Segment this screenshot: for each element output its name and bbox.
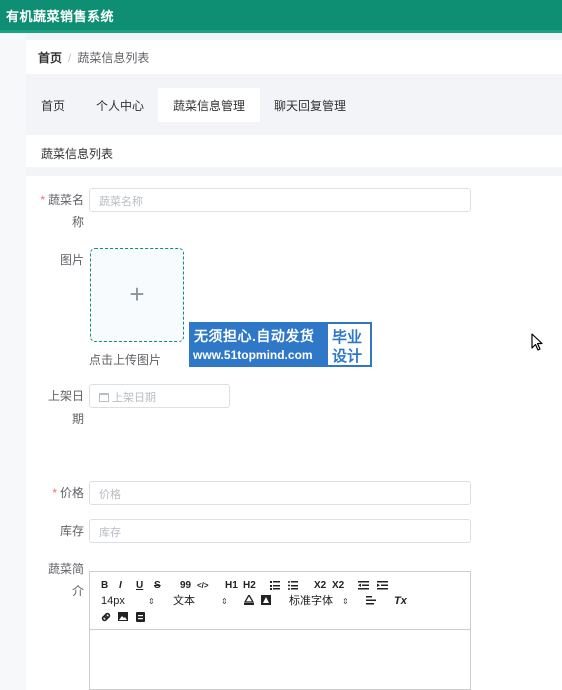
tab-home[interactable]: 首页: [26, 88, 80, 122]
watermark-banner: 无须担心.自动发货 www.51topmind.com: [189, 322, 326, 367]
tab-vegetable-management[interactable]: 蔬菜信息管理: [158, 88, 261, 122]
breadcrumb-separator: /: [68, 51, 72, 65]
listing-date-picker[interactable]: 上架日期: [89, 384, 230, 408]
breadcrumb: 首页 / 蔬菜信息列表: [26, 40, 562, 74]
price-input[interactable]: 价格: [89, 481, 471, 505]
price-label: * 价格: [26, 483, 84, 503]
watermark-badge-line1: 毕业: [332, 329, 363, 346]
app-title: 有机蔬菜销售系统: [6, 9, 115, 24]
font-color-icon[interactable]: [244, 595, 254, 605]
watermark-badge: 毕业 设计: [326, 322, 372, 367]
indent-icon[interactable]: [377, 581, 388, 590]
intro-label: 蔬菜简: [47, 562, 84, 576]
bold-button[interactable]: B: [101, 580, 108, 592]
blockquote-button[interactable]: 99: [180, 580, 191, 592]
align-icon[interactable]: [366, 596, 376, 605]
date-label-wrap: 期: [71, 412, 84, 426]
watermark-line2: www.51topmind.com: [193, 348, 313, 362]
name-label: * 蔬菜名: [26, 190, 84, 210]
watermark-line1: 无须担心.自动发货: [194, 328, 315, 344]
tab-personal-center[interactable]: 个人中心: [81, 88, 159, 122]
header2-button[interactable]: H2: [243, 580, 256, 592]
plus-icon: +: [129, 279, 145, 309]
sidebar-strip: [0, 33, 26, 690]
stock-label: 库存: [59, 524, 84, 538]
text-style-select[interactable]: 文本: [173, 595, 195, 607]
bullet-list-icon[interactable]: [288, 581, 298, 590]
breadcrumb-home[interactable]: 首页: [38, 51, 62, 65]
header1-button[interactable]: H1: [225, 580, 238, 592]
font-size-value: 14px: [101, 595, 125, 607]
image-label: 图片: [59, 253, 84, 267]
price-label-text: 价格: [59, 486, 84, 500]
font-family-select[interactable]: 标准字体: [289, 595, 333, 607]
editor-toolbar: B I U S 99 </> H1 H2 X2 X2 14px ⇕ 文本 ⇕ 标…: [90, 572, 470, 630]
vegetable-name-input[interactable]: 蔬菜名称: [89, 188, 471, 212]
watermark-badge-line2: 设计: [332, 348, 363, 365]
mouse-cursor-icon: [531, 333, 543, 351]
clear-format-button[interactable]: Tx: [394, 595, 407, 607]
background-color-icon[interactable]: [261, 595, 271, 605]
font-size-select[interactable]: 14px: [101, 595, 125, 607]
chevron-updown-icon: ⇕: [148, 597, 155, 606]
stock-input[interactable]: 库存: [89, 519, 471, 543]
image-icon[interactable]: [118, 612, 128, 621]
underline-button[interactable]: U: [136, 580, 143, 592]
superscript-button[interactable]: X2: [332, 580, 344, 592]
page-subtitle: 蔬菜信息列表: [26, 135, 562, 167]
required-mark: *: [40, 193, 45, 207]
name-label-text: 蔬菜名: [47, 193, 84, 207]
rich-text-editor: B I U S 99 </> H1 H2 X2 X2 14px ⇕ 文本 ⇕ 标…: [89, 571, 471, 690]
ordered-list-icon[interactable]: [270, 581, 280, 590]
date-label: 上架日: [47, 389, 84, 403]
subscript-button[interactable]: X2: [314, 580, 326, 592]
code-block-button[interactable]: </>: [197, 580, 209, 592]
required-mark: *: [52, 486, 57, 500]
outdent-icon[interactable]: [358, 581, 369, 590]
text-style-value: 文本: [173, 595, 195, 607]
link-icon[interactable]: [101, 612, 111, 622]
app-header: 有机蔬菜销售系统: [0, 0, 562, 30]
upload-tip: 点击上传图片: [89, 353, 162, 367]
name-label-wrap: 称: [71, 215, 84, 229]
font-family-value: 标准字体: [289, 595, 333, 607]
italic-button[interactable]: I: [119, 580, 122, 592]
intro-label-wrap: 介: [71, 584, 84, 598]
breadcrumb-current: 蔬菜信息列表: [77, 51, 150, 65]
date-placeholder: 上架日期: [112, 392, 156, 404]
tab-chat-reply-management[interactable]: 聊天回复管理: [259, 88, 361, 122]
chevron-updown-icon: ⇕: [221, 597, 228, 606]
chevron-updown-icon: ⇕: [342, 597, 349, 606]
video-icon[interactable]: [136, 612, 145, 622]
editor-content[interactable]: [90, 631, 470, 689]
strike-button[interactable]: S: [154, 580, 161, 592]
calendar-icon: [99, 393, 109, 402]
image-upload[interactable]: +: [90, 248, 184, 342]
